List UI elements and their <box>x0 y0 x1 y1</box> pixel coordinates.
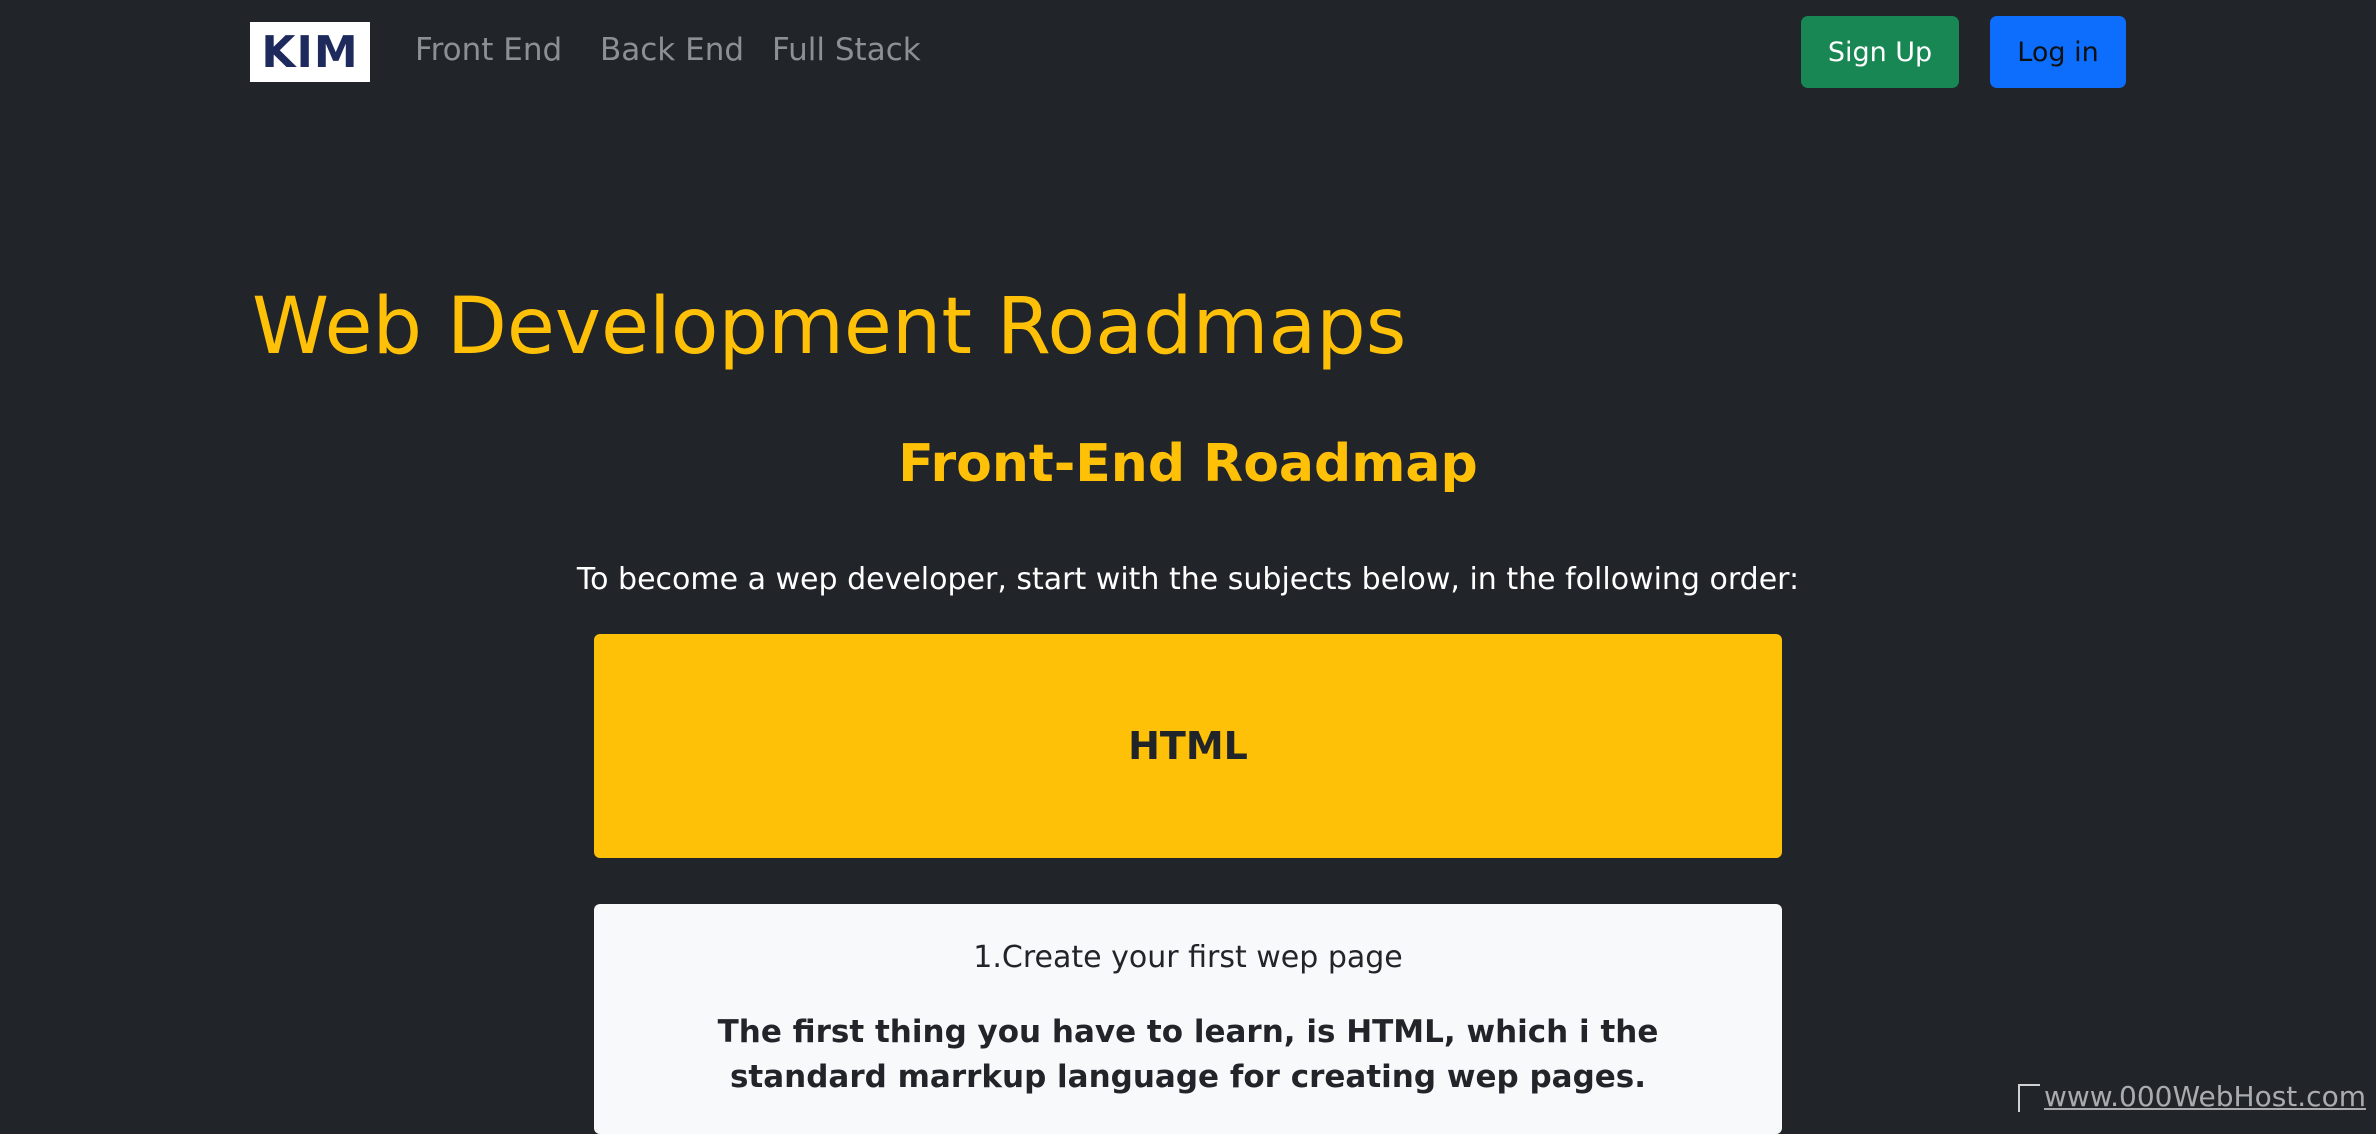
nav-link-full-stack[interactable]: Full Stack <box>772 32 921 68</box>
hosting-badge-text: www.000WebHost.com <box>2044 1080 2366 1113</box>
roadmap-card-text: The first thing you have to learn, is HT… <box>717 1014 1659 1095</box>
intro-text: To become a wep developer, start with th… <box>576 562 1800 597</box>
page-title: Web Development Roadmaps <box>252 282 1407 372</box>
nav-link-front-end[interactable]: Front End <box>415 32 562 68</box>
navbar: KIM Front End Back End Full Stack Sign U… <box>0 0 2376 104</box>
roadmap-card-header: HTML <box>594 634 1782 858</box>
roadmap-card-header-label: HTML <box>1128 724 1248 768</box>
roadmap-card: 1.Create your first wep page The first t… <box>594 904 1782 1134</box>
brand-logo[interactable]: KIM <box>250 22 370 82</box>
sign-up-button[interactable]: Sign Up <box>1801 16 1959 88</box>
nav-link-back-end[interactable]: Back End <box>600 32 744 68</box>
brand-logo-text: KIM <box>261 26 359 78</box>
section-title: Front-End Roadmap <box>898 434 1478 494</box>
roadmap-card-subtitle: 1.Create your first wep page <box>973 940 1403 975</box>
log-in-button[interactable]: Log in <box>1990 16 2126 88</box>
hosting-badge-link[interactable]: www.000WebHost.com <box>2018 1080 2366 1113</box>
broken-image-icon <box>2018 1084 2040 1112</box>
